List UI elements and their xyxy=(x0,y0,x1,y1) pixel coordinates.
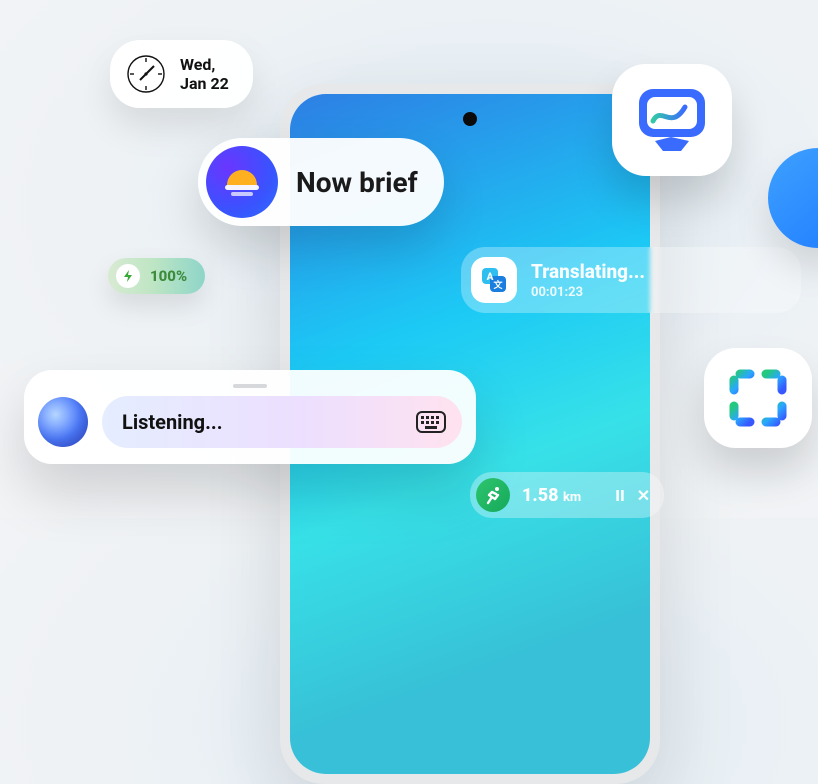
running-chip[interactable]: 1.58 km II ✕ xyxy=(470,472,664,518)
scan-app-icon[interactable] xyxy=(704,348,812,448)
battery-chip[interactable]: 100% xyxy=(108,258,205,294)
battery-text: 100% xyxy=(150,267,187,285)
scan-icon xyxy=(726,366,790,430)
assistant-status: Listening... xyxy=(122,410,223,434)
now-brief-label: Now brief xyxy=(296,166,418,199)
translate-icon: A 文 xyxy=(471,257,517,303)
translating-card[interactable]: A 文 Translating... 00:01:23 xyxy=(461,247,801,313)
whiteboard-icon xyxy=(631,81,713,159)
date-text: Wed, Jan 22 xyxy=(180,55,229,93)
drag-handle[interactable] xyxy=(233,384,267,388)
close-button[interactable]: ✕ xyxy=(637,486,650,505)
edge-bubble xyxy=(768,148,818,248)
clock-date-widget[interactable]: Wed, Jan 22 xyxy=(110,40,253,108)
assistant-input[interactable]: Listening... xyxy=(102,396,462,448)
keyboard-icon[interactable] xyxy=(414,408,448,436)
assistant-panel[interactable]: Listening... xyxy=(24,370,476,464)
run-distance: 1.58 km xyxy=(522,485,581,506)
pause-button[interactable]: II xyxy=(615,486,625,505)
bolt-icon xyxy=(116,264,140,288)
analog-clock-icon xyxy=(126,54,166,94)
sunrise-icon xyxy=(206,146,278,218)
assistant-orb-icon[interactable] xyxy=(38,397,88,447)
runner-icon xyxy=(476,478,510,512)
whiteboard-app-icon[interactable] xyxy=(612,64,732,176)
now-brief-pill[interactable]: Now brief xyxy=(198,138,444,226)
svg-text:文: 文 xyxy=(492,279,503,291)
camera-pinhole xyxy=(463,112,477,126)
translating-text: Translating... 00:01:23 xyxy=(531,260,645,300)
